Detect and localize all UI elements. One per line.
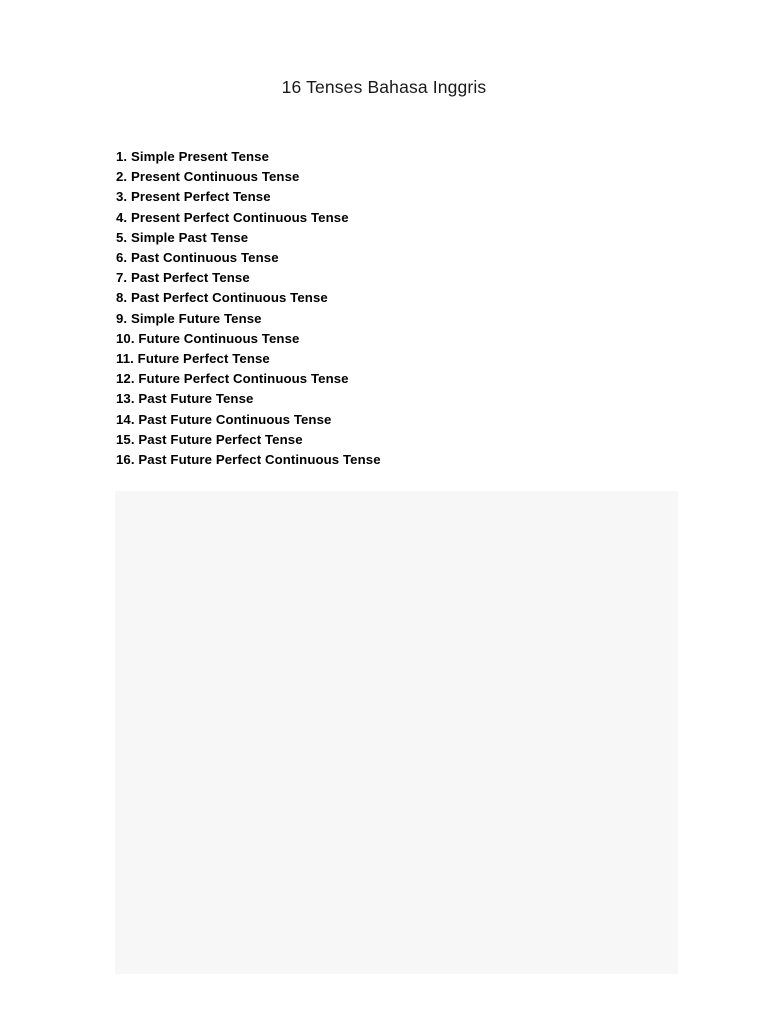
list-item-label: Future Continuous Tense: [138, 330, 300, 346]
list-item: 8. Past Perfect Continuous Tense: [116, 288, 676, 308]
list-item-number: 7.: [116, 270, 128, 286]
list-item-label: Past Future Tense: [138, 391, 254, 407]
list-item-number: 16.: [116, 452, 135, 468]
list-item-number: 14.: [116, 411, 135, 427]
list-item-label: Past Perfect Continuous Tense: [130, 290, 328, 306]
list-item-number: 11.: [116, 351, 134, 367]
list-item: 1. Simple Present Tense: [116, 147, 676, 167]
list-item-number: 12.: [116, 371, 135, 387]
document-page: 16 Tenses Bahasa Inggris 1. Simple Prese…: [0, 0, 768, 1024]
list-item: 15. Past Future Perfect Tense: [116, 430, 676, 450]
list-item-label: Present Perfect Tense: [130, 189, 271, 205]
list-item-label: Past Continuous Tense: [130, 250, 279, 266]
list-item: 4. Present Perfect Continuous Tense: [116, 208, 676, 228]
list-item-number: 13.: [116, 391, 135, 407]
list-item-label: Present Perfect Continuous Tense: [130, 209, 349, 225]
list-item-label: Past Future Continuous Tense: [138, 411, 332, 427]
list-item-label: Past Future Perfect Tense: [138, 431, 303, 447]
list-item-label: Future Perfect Tense: [137, 351, 270, 367]
list-item-label: Simple Present Tense: [130, 149, 270, 164]
list-item: 16. Past Future Perfect Continuous Tense: [116, 450, 676, 470]
list-item-number: 1.: [116, 149, 128, 164]
list-item-label: Past Future Perfect Continuous Tense: [138, 452, 381, 468]
list-item-number: 3.: [116, 189, 128, 205]
list-item: 13. Past Future Tense: [116, 389, 676, 409]
list-item-number: 6.: [116, 250, 128, 266]
list-item-number: 10.: [116, 330, 135, 346]
list-item-label: Simple Past Tense: [130, 229, 249, 245]
list-item-number: 8.: [116, 290, 128, 306]
list-item: 12. Future Perfect Continuous Tense: [116, 369, 676, 389]
list-item-number: 9.: [116, 310, 128, 326]
list-item: 14. Past Future Continuous Tense: [116, 410, 676, 430]
list-item-number: 2.: [116, 169, 128, 185]
page-title: 16 Tenses Bahasa Inggris: [281, 77, 487, 97]
list-item-label: Future Perfect Continuous Tense: [138, 371, 349, 387]
list-item: 3. Present Perfect Tense: [116, 187, 676, 207]
list-item: 7. Past Perfect Tense: [116, 268, 676, 288]
list-item-number: 5.: [116, 229, 128, 245]
list-item-number: 4.: [116, 209, 128, 225]
list-item-label: Simple Future Tense: [130, 310, 262, 326]
list-item: 5. Simple Past Tense: [116, 228, 676, 248]
list-item: 9. Simple Future Tense: [116, 309, 676, 329]
list-item-label: Past Perfect Tense: [130, 270, 250, 286]
list-item: 11. Future Perfect Tense: [116, 349, 676, 369]
list-item: 10. Future Continuous Tense: [116, 329, 676, 349]
tense-list: 1. Simple Present Tense 2. Present Conti…: [116, 147, 676, 470]
list-item: 6. Past Continuous Tense: [116, 248, 676, 268]
list-item-number: 15.: [116, 431, 135, 447]
list-item-label: Present Continuous Tense: [130, 169, 300, 185]
list-item: 2. Present Continuous Tense: [116, 167, 676, 187]
content-placeholder-block: [115, 491, 678, 974]
